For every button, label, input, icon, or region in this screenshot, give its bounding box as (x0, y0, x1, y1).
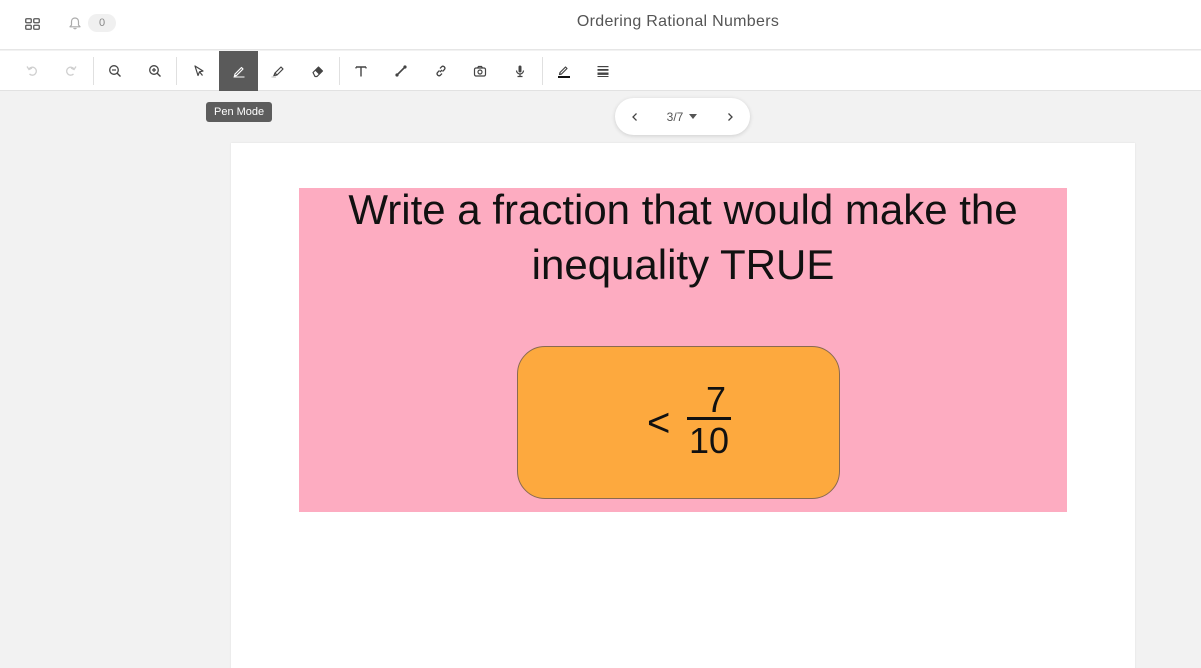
top-bar: 0 Ordering Rational Numbers (0, 0, 1201, 50)
toolbar-divider (176, 57, 177, 85)
zoom-in-icon (148, 65, 161, 77)
question-line-1: Write a fraction that would make the (348, 186, 1018, 233)
zoom-in-button[interactable] (135, 51, 174, 91)
camera-icon (473, 65, 486, 77)
pen-mode-button[interactable] (219, 51, 258, 91)
eraser-icon (311, 66, 323, 78)
pen-color-button[interactable] (544, 51, 583, 91)
toolbar-divider (339, 57, 340, 85)
question-line-2: inequality TRUE (531, 241, 835, 288)
link-icon (435, 65, 446, 77)
inequality-box: < 7 10 (517, 346, 840, 499)
undo-button[interactable] (12, 51, 51, 91)
highlighter-button[interactable] (258, 51, 297, 91)
caret-down-icon (689, 114, 698, 119)
page-indicator: 3/7 (666, 109, 684, 124)
document-title: Ordering Rational Numbers (576, 13, 780, 30)
fraction-numerator: 7 (705, 379, 727, 420)
pen-color-icon (557, 66, 570, 78)
page-navigator: 3/7 (615, 98, 750, 135)
toolbar-divider (93, 57, 94, 85)
fraction: 7 10 (687, 381, 731, 459)
text-button[interactable] (341, 51, 380, 91)
slide-question: Write a fraction that would make the ine… (299, 186, 1067, 292)
line-button[interactable] (381, 51, 420, 91)
pen-icon (233, 66, 244, 78)
slide-image: Write a fraction that would make the ine… (299, 186, 1067, 512)
line-width-button[interactable] (583, 51, 622, 91)
chevron-left-icon (632, 112, 637, 121)
next-page-button[interactable] (712, 98, 748, 135)
zoom-out-button[interactable] (95, 51, 134, 91)
redo-icon (65, 66, 77, 76)
eraser-button[interactable] (298, 51, 337, 91)
page-select-dropdown[interactable]: 3/7 (659, 98, 705, 135)
zoom-out-icon (108, 65, 121, 77)
highlighter-icon (271, 66, 284, 78)
camera-button[interactable] (460, 51, 499, 91)
text-icon (354, 66, 367, 77)
link-button[interactable] (421, 51, 460, 91)
previous-page-button[interactable] (617, 98, 653, 135)
chevron-right-icon (728, 112, 733, 121)
select-button[interactable] (179, 51, 218, 91)
line-width-icon (597, 66, 608, 77)
microphone-icon (515, 65, 524, 78)
fraction-denominator: 10 (688, 420, 730, 461)
pen-mode-tooltip: Pen Mode (206, 102, 273, 122)
toolbar-divider (542, 57, 543, 85)
document-page[interactable]: Write a fraction that would make the ine… (231, 143, 1135, 668)
line-icon (394, 65, 407, 77)
toolbar (0, 51, 1201, 91)
less-than-symbol: < (647, 401, 671, 445)
redo-button[interactable] (51, 51, 90, 91)
microphone-button[interactable] (500, 51, 539, 91)
undo-icon (25, 66, 37, 76)
cursor-icon (193, 65, 204, 77)
